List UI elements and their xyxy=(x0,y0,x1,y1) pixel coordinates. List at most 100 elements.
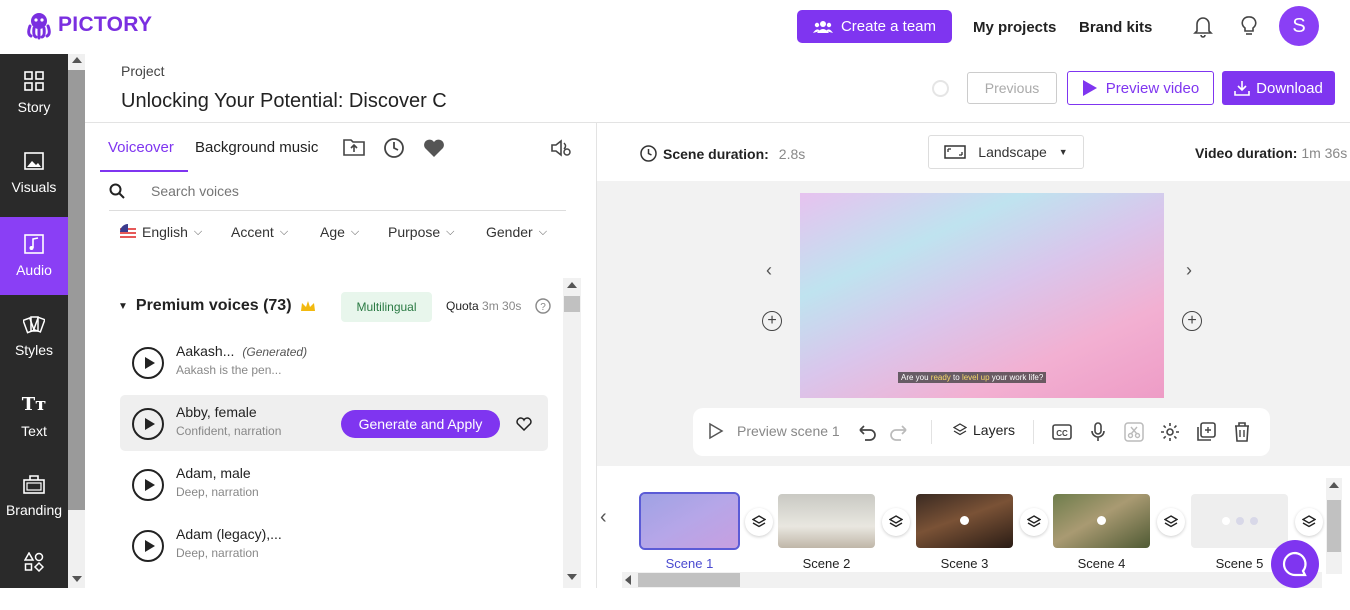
chevron-left-icon[interactable]: ‹ xyxy=(766,260,772,281)
loading-dot xyxy=(1236,517,1244,525)
chevron-right-icon[interactable]: › xyxy=(1186,260,1192,281)
caret-down-icon: ▼ xyxy=(118,300,128,312)
voice-item[interactable]: Adam, male Deep, narration xyxy=(120,456,548,512)
sidebar-item-visuals[interactable]: Visuals xyxy=(0,134,68,212)
sidebar-item-story[interactable]: Story xyxy=(0,54,68,132)
lightbulb-icon[interactable] xyxy=(1238,14,1260,38)
search-voices-input[interactable] xyxy=(151,183,531,199)
add-scene-after-icon[interactable]: + xyxy=(1182,311,1202,331)
scene-layers-icon[interactable] xyxy=(882,508,910,536)
generate-and-apply-button[interactable]: Generate and Apply xyxy=(341,410,500,438)
octopus-logo-icon xyxy=(27,13,51,40)
scroll-up-arrow[interactable] xyxy=(567,282,577,288)
chevron-down-icon: ⌵ xyxy=(446,225,455,238)
redo-icon[interactable] xyxy=(888,421,910,443)
scene-caption[interactable]: Are you ready to level up your work life… xyxy=(898,372,1047,383)
sidebar-scrollbar[interactable] xyxy=(68,54,85,588)
scene-thumbnail[interactable] xyxy=(1191,494,1288,548)
left-sidebar: Story Visuals Audio Styles Tт Text Brand… xyxy=(0,54,68,588)
filter-age[interactable]: Age ⌵ xyxy=(320,224,359,240)
scrollbar-thumb[interactable] xyxy=(1327,500,1341,552)
scene-thumbnail[interactable] xyxy=(639,492,740,550)
filter-language[interactable]: English ⌵ xyxy=(120,224,202,240)
multilingual-badge[interactable]: Multilingual xyxy=(341,292,432,322)
bell-icon[interactable] xyxy=(1192,14,1214,38)
tab-background-music[interactable]: Background music xyxy=(195,139,318,156)
favorites-heart-icon[interactable] xyxy=(423,138,445,158)
orientation-dropdown[interactable]: Landscape ▼ xyxy=(928,135,1084,169)
filter-accent[interactable]: Accent ⌵ xyxy=(231,224,288,240)
filter-purpose[interactable]: Purpose ⌵ xyxy=(388,224,455,240)
scroll-up-arrow[interactable] xyxy=(72,57,82,63)
preview-scene-button[interactable]: Preview scene 1 xyxy=(707,422,840,440)
my-projects-link[interactable]: My projects xyxy=(973,19,1056,36)
chat-support-button[interactable] xyxy=(1271,540,1319,588)
scrollbar-thumb[interactable] xyxy=(564,296,580,312)
heart-outline-icon[interactable] xyxy=(516,417,532,431)
brand-kits-link[interactable]: Brand kits xyxy=(1079,19,1152,36)
svg-text:CC: CC xyxy=(1056,429,1068,438)
create-team-button[interactable]: Create a team xyxy=(797,10,952,43)
caption-text: your work life? xyxy=(989,373,1044,382)
voice-item-selected[interactable]: Abby, female Confident, narration Genera… xyxy=(120,395,548,451)
play-icon[interactable] xyxy=(132,347,164,379)
scrollbar-thumb[interactable] xyxy=(638,573,740,587)
user-avatar[interactable]: S xyxy=(1279,6,1319,46)
duplicate-scene-icon[interactable] xyxy=(1195,421,1217,443)
preview-video-button[interactable]: Preview video xyxy=(1067,71,1214,105)
delete-trash-icon[interactable] xyxy=(1231,421,1253,443)
voice-item[interactable]: Aakash... (Generated) Aakash is the pen..… xyxy=(120,334,548,390)
voice-item[interactable]: Adam (legacy),... Deep, narration xyxy=(120,517,548,573)
scroll-up-arrow[interactable] xyxy=(1329,482,1339,488)
scene-duration-value: 2.8s xyxy=(778,145,806,162)
scene-settings-gear-icon[interactable] xyxy=(1159,421,1181,443)
pictory-logo[interactable]: PICTORY xyxy=(24,10,152,40)
undo-icon[interactable] xyxy=(856,421,878,443)
scene-preview[interactable]: Are you ready to level up your work life… xyxy=(800,193,1164,398)
scene-label: Scene 4 xyxy=(1077,556,1126,571)
premium-voices-header[interactable]: ▼ Premium voices (73) xyxy=(118,297,316,315)
trim-scissors-icon[interactable] xyxy=(1123,421,1145,443)
scrollbar-thumb[interactable] xyxy=(68,70,85,510)
scene-thumbnail[interactable] xyxy=(1053,494,1150,548)
captions-cc-icon[interactable]: CC xyxy=(1051,421,1073,443)
project-title[interactable]: Unlocking Your Potential: Discover C xyxy=(121,90,464,113)
scene-layers-icon[interactable] xyxy=(1295,508,1323,536)
sidebar-item-branding[interactable]: Branding xyxy=(0,457,68,535)
scroll-left-arrow[interactable] xyxy=(625,575,631,585)
scroll-down-arrow[interactable] xyxy=(567,574,577,580)
scene-layers-icon[interactable] xyxy=(1157,508,1185,536)
download-button[interactable]: Download xyxy=(1222,71,1335,105)
sidebar-item-label: Visuals xyxy=(11,179,57,195)
upload-folder-icon[interactable] xyxy=(343,137,365,157)
scene-thumbnail[interactable] xyxy=(916,494,1013,548)
history-clock-icon[interactable] xyxy=(383,137,405,159)
scene-layers-icon[interactable] xyxy=(1020,508,1048,536)
chat-bubble-icon xyxy=(1282,551,1307,577)
voice-settings-icon[interactable] xyxy=(550,138,572,158)
scene-strip-horizontal-scrollbar[interactable] xyxy=(622,572,1322,588)
sidebar-item-text[interactable]: Tт Text xyxy=(0,377,68,455)
chevron-left-icon[interactable]: ‹ xyxy=(600,506,607,529)
caption-highlight: level up xyxy=(961,373,990,382)
play-icon[interactable] xyxy=(132,469,164,501)
filter-gender[interactable]: Gender ⌵ xyxy=(486,224,547,240)
layers-button[interactable]: Layers xyxy=(953,422,1015,438)
scene-strip-vertical-scrollbar[interactable] xyxy=(1326,478,1342,574)
play-icon[interactable] xyxy=(132,530,164,562)
play-icon[interactable] xyxy=(132,408,164,440)
microphone-icon[interactable] xyxy=(1087,421,1109,443)
add-scene-before-icon[interactable]: + xyxy=(762,311,782,331)
tab-voiceover[interactable]: Voiceover xyxy=(108,139,174,156)
scroll-down-arrow[interactable] xyxy=(72,576,82,582)
previous-button[interactable]: Previous xyxy=(967,72,1057,104)
landscape-icon xyxy=(944,145,967,159)
help-icon[interactable]: ? xyxy=(535,298,551,314)
sidebar-item-audio[interactable]: Audio xyxy=(0,217,68,295)
voice-list-scrollbar[interactable] xyxy=(563,278,581,588)
sidebar-item-elements[interactable] xyxy=(0,532,68,610)
scene-thumbnail[interactable] xyxy=(778,494,875,548)
scene-layers-icon[interactable] xyxy=(745,508,773,536)
sidebar-item-styles[interactable]: Styles xyxy=(0,297,68,375)
toolbar-divider xyxy=(1033,420,1034,444)
